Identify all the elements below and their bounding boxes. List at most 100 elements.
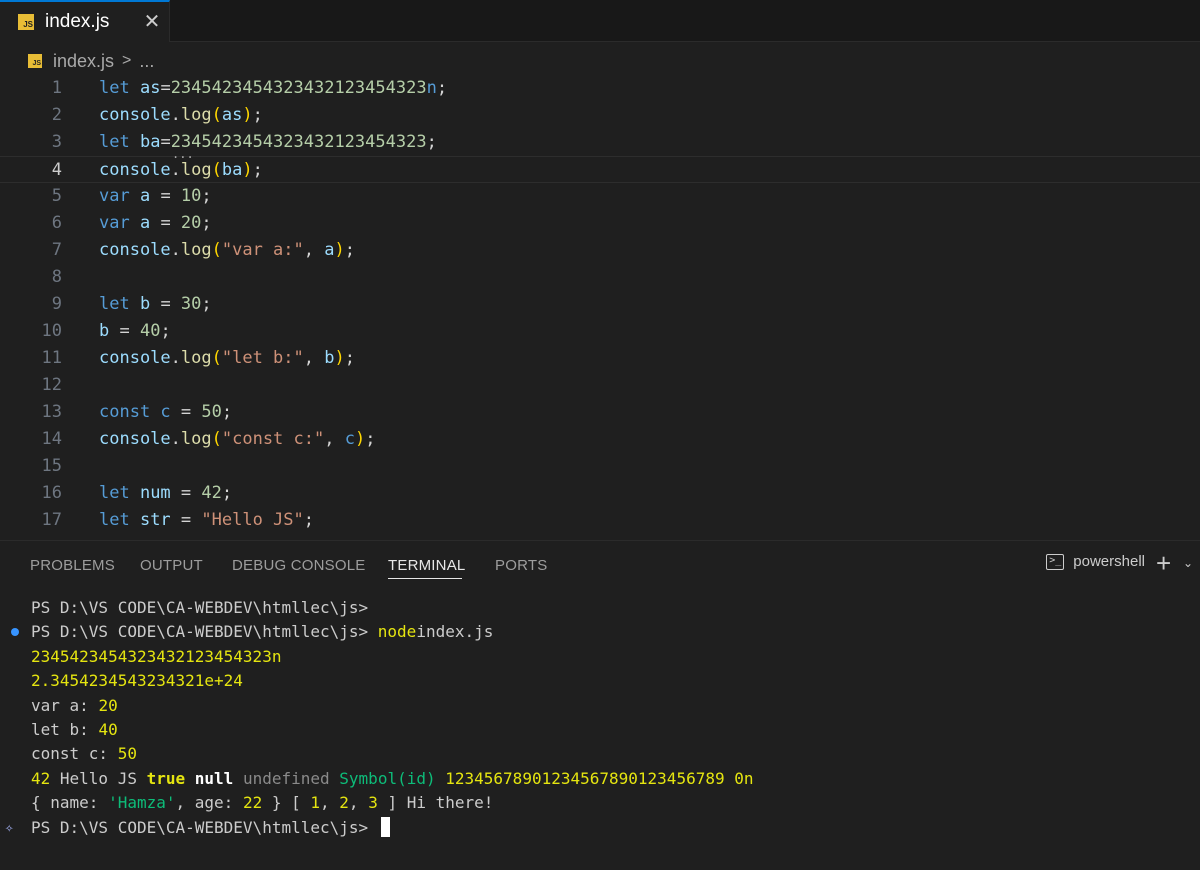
tab-debug-console[interactable]: DEBUG CONSOLE (232, 557, 365, 574)
code-line[interactable]: 11 console.log("let b:", b); (0, 345, 1200, 372)
code-line[interactable]: 6 var a = 20; (0, 210, 1200, 237)
sparkle-icon[interactable]: ✧ (5, 816, 13, 840)
code-token: = (150, 186, 181, 206)
code-token: ; (201, 213, 212, 233)
code-token: let (99, 483, 130, 503)
code-line[interactable]: 14 console.log("const c:", c); (0, 426, 1200, 453)
code-token: var (99, 186, 130, 206)
tab-output[interactable]: OUTPUT (140, 557, 203, 574)
code-token: "Hello JS" (201, 510, 304, 530)
line-number: 14 (41, 429, 62, 449)
terminal-token: 50 (117, 744, 137, 764)
code-token: b (129, 294, 151, 314)
code-token: , (324, 429, 345, 449)
terminal-token: } [ (262, 793, 311, 813)
terminal-line: const c: 50 (31, 742, 137, 766)
code-line[interactable]: 12 (0, 372, 1200, 399)
code-line[interactable]: 5 var a = 10; (0, 183, 1200, 210)
terminal-token: PS D:\VS CODE\CA-WEBDEV\htmllec\js> (31, 817, 378, 837)
terminal-line: PS D:\VS CODE\CA-WEBDEV\htmllec\js> (31, 596, 368, 620)
code-token: ; (426, 132, 437, 152)
code-token: ; (344, 240, 355, 260)
code-token: ; (221, 483, 233, 503)
code-line[interactable]: 17 let str = "Hello JS"; (0, 507, 1200, 534)
tab-problems[interactable]: PROBLEMS (30, 557, 115, 574)
terminal-line: { name: 'Hamza', age: 22 } [ 1, 2, 3 ] H… (31, 791, 493, 815)
code-token: num (129, 483, 171, 503)
code-token: ( (211, 160, 222, 180)
code-token: log (180, 105, 212, 125)
code-text: console.log("let b:", b); (99, 345, 355, 372)
terminal-line: 42 Hello JS true null undefined Symbol(i… (31, 767, 754, 791)
javascript-file-icon: JS (28, 54, 42, 68)
code-token: ; (201, 186, 212, 206)
code-token: ; (221, 402, 233, 422)
code-line[interactable]: 8 (0, 264, 1200, 291)
code-token: str (129, 510, 171, 530)
code-text: b = 40; (99, 318, 171, 345)
breadcrumb-file[interactable]: index.js (53, 51, 114, 72)
code-editor[interactable]: 1 let as=2345423454323432123454323n; 2 cons… (0, 75, 1200, 535)
code-line[interactable]: 13 const c = 50; (0, 399, 1200, 426)
tab-index-js[interactable]: JS index.js ✕ (0, 0, 170, 42)
terminal-token: Symbol(id) (339, 768, 436, 788)
code-token: b (324, 348, 335, 368)
line-number: 5 (51, 186, 62, 206)
close-icon[interactable]: ✕ (141, 11, 163, 33)
chevron-right-icon: > (122, 52, 132, 69)
tab-title: index.js (45, 11, 110, 32)
tab-terminal[interactable]: TERMINAL (388, 557, 465, 574)
line-number: 11 (41, 348, 62, 368)
code-line[interactable]: 10 b = 40; (0, 318, 1200, 345)
code-token: log (180, 429, 212, 449)
code-token: const (99, 402, 151, 422)
code-token: c (344, 429, 355, 449)
code-token: as (221, 105, 243, 125)
code-text: console.log(as); (99, 102, 263, 129)
terminal-line: 2.3454234543234321e+24 (31, 669, 243, 693)
terminal-token: 2345423454323432123454323n (31, 646, 282, 666)
code-line[interactable]: 7 console.log("var a:", a); (0, 237, 1200, 264)
code-text: let str = "Hello JS"; (99, 507, 314, 534)
terminal-line: PS D:\VS CODE\CA-WEBDEV\htmllec\js> node… (31, 620, 493, 644)
code-line[interactable]: 16 let num = 42; (0, 480, 1200, 507)
breadcrumb-more[interactable]: ... (139, 51, 154, 72)
code-token: log (180, 240, 212, 260)
code-text: console.log("var a:", a); (99, 237, 355, 264)
code-token: ; (436, 78, 448, 98)
line-number: 3 (51, 132, 62, 152)
code-line[interactable]: 9 let b = 30; (0, 291, 1200, 318)
terminal-token: let b: (31, 720, 99, 739)
code-line[interactable]: 15 (0, 453, 1200, 480)
code-line[interactable]: 2 console.log(as); (0, 102, 1200, 129)
code-token: = (109, 321, 140, 341)
line-number: 6 (51, 213, 62, 233)
code-line[interactable]: 1 let as=2345423454323432123454323n; (0, 75, 1200, 102)
line-number: 4 (51, 160, 62, 180)
line-number: 16 (41, 483, 62, 503)
tab-ports[interactable]: PORTS (495, 557, 547, 574)
new-terminal-icon[interactable]: + (1156, 548, 1171, 578)
code-token: console (99, 348, 171, 368)
code-token: = (150, 213, 181, 233)
line-number: 12 (41, 375, 62, 395)
code-token: let (99, 294, 130, 314)
code-text: console.log(ba); (99, 157, 263, 184)
code-token: ; (160, 321, 171, 341)
breadcrumb: JS index.js > ... (28, 49, 154, 73)
editor-tab-bar: JS index.js ✕ (0, 0, 1200, 42)
terminal-line: PS D:\VS CODE\CA-WEBDEV\htmllec\js> (31, 816, 390, 840)
code-token: n (426, 78, 437, 98)
line-number: 9 (51, 294, 62, 314)
terminal-profile[interactable]: >_ powershell (1046, 553, 1145, 570)
code-token: ba (129, 132, 161, 152)
shell-name: powershell (1073, 553, 1145, 570)
code-token: 50 (201, 402, 222, 422)
code-token: ( (211, 240, 222, 260)
javascript-file-icon: JS (18, 14, 34, 30)
chevron-down-icon[interactable]: ⌄ (1183, 556, 1193, 570)
terminal-token: undefined (242, 768, 330, 788)
line-number: 17 (41, 510, 62, 530)
code-token: ; (344, 348, 355, 368)
